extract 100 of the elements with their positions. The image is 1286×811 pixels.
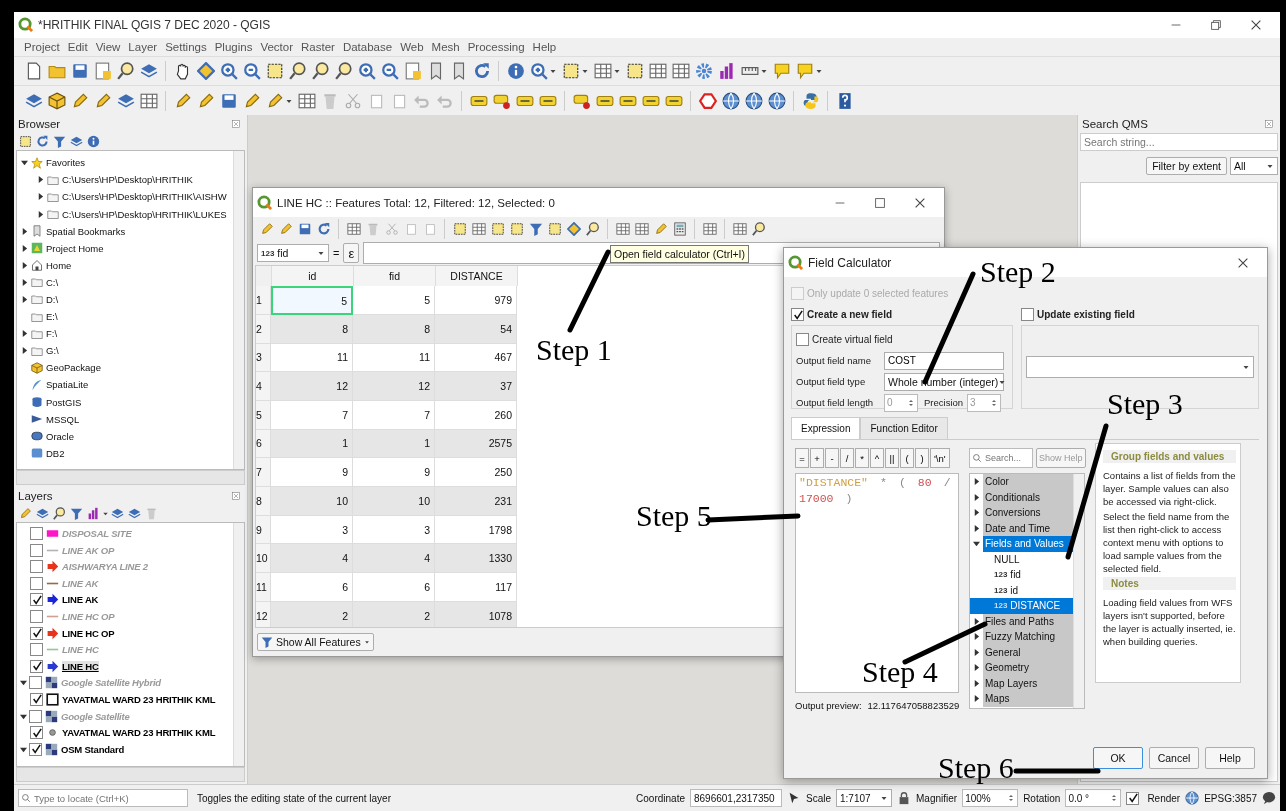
table-icon[interactable] <box>471 222 486 237</box>
collapse-arrow-icon[interactable] <box>20 712 27 720</box>
collapse-arrow-icon[interactable] <box>20 745 27 753</box>
layer-name[interactable]: YAVATMAL WARD 23 HRITHIK KML <box>62 693 216 705</box>
output-field-name-input[interactable]: COST <box>884 351 1004 370</box>
selection-icon[interactable] <box>561 62 580 81</box>
checkbox[interactable] <box>30 560 43 574</box>
row-header[interactable]: 3 <box>256 343 271 373</box>
checkbox[interactable] <box>29 709 42 723</box>
menu-item[interactable]: Raster <box>297 40 339 53</box>
expand-arrow-icon[interactable] <box>21 244 28 252</box>
expand-arrow-icon[interactable] <box>37 176 44 184</box>
row-header[interactable]: 2 <box>256 314 271 344</box>
collapse-arrow-icon[interactable] <box>973 540 980 548</box>
menu-item[interactable]: Web <box>396 40 428 53</box>
tree-item[interactable]: SpatiaLite <box>46 379 89 391</box>
message-icon[interactable] <box>1262 791 1276 806</box>
scrollbar[interactable] <box>16 767 245 783</box>
expand-arrow-icon[interactable] <box>973 648 980 656</box>
info-icon[interactable] <box>506 62 525 81</box>
row-header[interactable]: 6 <box>256 429 271 459</box>
scrollbar[interactable] <box>233 523 244 767</box>
operator-button[interactable]: + <box>810 448 824 469</box>
tree-item[interactable]: Project Home <box>46 242 104 254</box>
operator-button[interactable]: = <box>795 448 809 469</box>
diamond-icon[interactable] <box>566 222 581 237</box>
dialog-button[interactable]: Cancel <box>1149 747 1199 770</box>
menu-item[interactable]: Database <box>338 40 397 53</box>
refresh-icon[interactable] <box>316 222 331 237</box>
layer-name[interactable]: LINE HC OP <box>62 627 115 639</box>
layer-name[interactable]: LINE AK <box>62 594 99 606</box>
magnifier-spinbox[interactable]: 100% <box>962 789 1019 808</box>
menu-item[interactable]: Project <box>20 40 64 53</box>
table-icon[interactable] <box>648 62 667 81</box>
checkbox[interactable] <box>796 333 809 347</box>
menu-item[interactable]: Settings <box>161 40 211 53</box>
layer-name[interactable]: OSM Standard <box>61 743 125 755</box>
filter-icon[interactable] <box>70 506 83 520</box>
layers-icon[interactable] <box>36 506 49 520</box>
magnifier-icon[interactable] <box>53 506 66 520</box>
checkbox[interactable] <box>1126 791 1140 805</box>
document-icon[interactable] <box>403 62 422 81</box>
expand-arrow-icon[interactable] <box>21 347 28 355</box>
tree-item[interactable]: C:\Users\HP\Desktop\HRITHIK\LUKES <box>62 208 227 220</box>
selection-icon[interactable] <box>509 222 524 237</box>
tree-item[interactable]: Spatial Bookmarks <box>46 225 126 237</box>
menu-item[interactable]: Vector <box>256 40 297 53</box>
checkbox[interactable] <box>30 543 43 557</box>
table-icon[interactable] <box>702 222 717 237</box>
field-item[interactable]: 123 fid <box>970 567 1073 583</box>
collapse-arrow-icon[interactable] <box>21 159 28 167</box>
operator-button[interactable]: '\n' <box>930 448 950 469</box>
table-icon[interactable] <box>615 222 630 237</box>
document-icon[interactable] <box>93 62 112 81</box>
tab[interactable]: Expression <box>791 417 861 440</box>
function-group[interactable]: Fuzzy Matching <box>983 629 1073 645</box>
restore-icon[interactable] <box>1209 17 1223 32</box>
function-group[interactable]: Fields and Values <box>983 536 1073 552</box>
search-field[interactable]: Search... <box>969 448 1033 469</box>
function-group[interactable]: Maps <box>983 691 1073 707</box>
crs-button[interactable]: EPSG:3857 <box>1204 792 1257 804</box>
tree-item[interactable]: E:\ <box>46 311 58 323</box>
refresh-icon[interactable] <box>472 62 491 81</box>
tree-item[interactable]: MSSQL <box>46 413 80 425</box>
menu-item[interactable]: Layer <box>124 40 162 53</box>
calculator-icon[interactable] <box>672 222 687 237</box>
dialog-button[interactable]: Help <box>1205 747 1255 770</box>
expand-arrow-icon[interactable] <box>21 278 28 286</box>
checkbox[interactable] <box>30 643 43 657</box>
selection-icon[interactable] <box>625 62 644 81</box>
cube-icon[interactable] <box>47 91 66 110</box>
checkbox[interactable] <box>30 576 43 590</box>
magnifier-icon[interactable] <box>585 222 600 237</box>
rotation-spinbox[interactable]: 0.0 ° <box>1065 789 1122 808</box>
expand-arrow-icon[interactable] <box>21 296 28 303</box>
zoom-out-icon[interactable] <box>242 62 261 81</box>
zoom-in-icon[interactable] <box>219 62 238 81</box>
menu-item[interactable]: View <box>91 40 125 53</box>
filter-icon[interactable] <box>53 134 66 148</box>
zoom-in-icon[interactable] <box>529 62 548 81</box>
pencil-icon[interactable] <box>265 91 284 110</box>
tree-item[interactable]: GeoPackage <box>46 362 101 374</box>
expand-arrow-icon[interactable] <box>21 227 28 235</box>
magnifier-icon[interactable] <box>311 62 330 81</box>
coordinate-field[interactable]: 8696601,2317350 <box>689 789 782 808</box>
table-icon[interactable] <box>634 222 649 237</box>
pencil-icon[interactable] <box>196 91 215 110</box>
menu-item[interactable]: Help <box>528 40 561 53</box>
expand-arrow-icon[interactable] <box>973 478 980 486</box>
checkbox[interactable] <box>30 593 43 607</box>
pencil-icon[interactable] <box>242 91 261 110</box>
operator-button[interactable]: * <box>855 448 869 469</box>
checkbox[interactable] <box>30 609 43 623</box>
magnifier-icon[interactable] <box>288 62 307 81</box>
tree-item[interactable]: Oracle <box>46 430 74 442</box>
function-group[interactable]: Color <box>983 474 1073 490</box>
expand-arrow-icon[interactable] <box>973 524 980 532</box>
function-group[interactable]: Geometry <box>983 660 1073 676</box>
table-icon[interactable] <box>346 222 361 237</box>
checkbox[interactable] <box>30 726 43 740</box>
